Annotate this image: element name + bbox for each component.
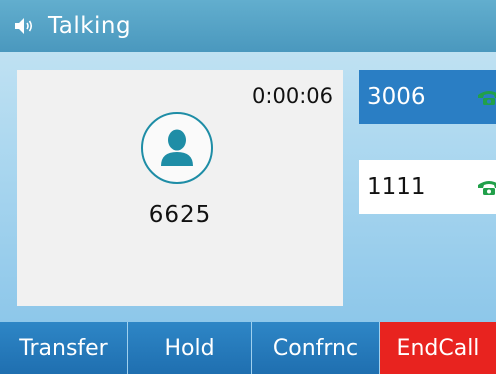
transfer-button[interactable]: Transfer [0, 322, 128, 374]
line-key-label: 3006 [367, 84, 426, 110]
hold-button[interactable]: Hold [128, 322, 252, 374]
title-bar: Talking [0, 0, 496, 52]
conference-button[interactable]: Confrnc [252, 322, 380, 374]
call-timer: 0:00:06 [252, 84, 333, 108]
line-key-1111[interactable]: 1111 [359, 160, 496, 214]
call-status-title: Talking [48, 13, 132, 39]
speaker-icon [15, 18, 33, 34]
contact-avatar-icon [141, 112, 213, 184]
active-call-panel: 0:00:06 6625 [17, 70, 343, 306]
phone-handset-icon [478, 181, 496, 195]
line-key-label: 1111 [367, 174, 426, 200]
softkey-bar: Transfer Hold Confrnc EndCall [0, 322, 496, 374]
phone-handset-icon [478, 91, 496, 105]
end-call-button[interactable]: EndCall [380, 322, 496, 374]
line-key-3006[interactable]: 3006 [359, 70, 496, 124]
caller-number: 6625 [148, 202, 212, 228]
